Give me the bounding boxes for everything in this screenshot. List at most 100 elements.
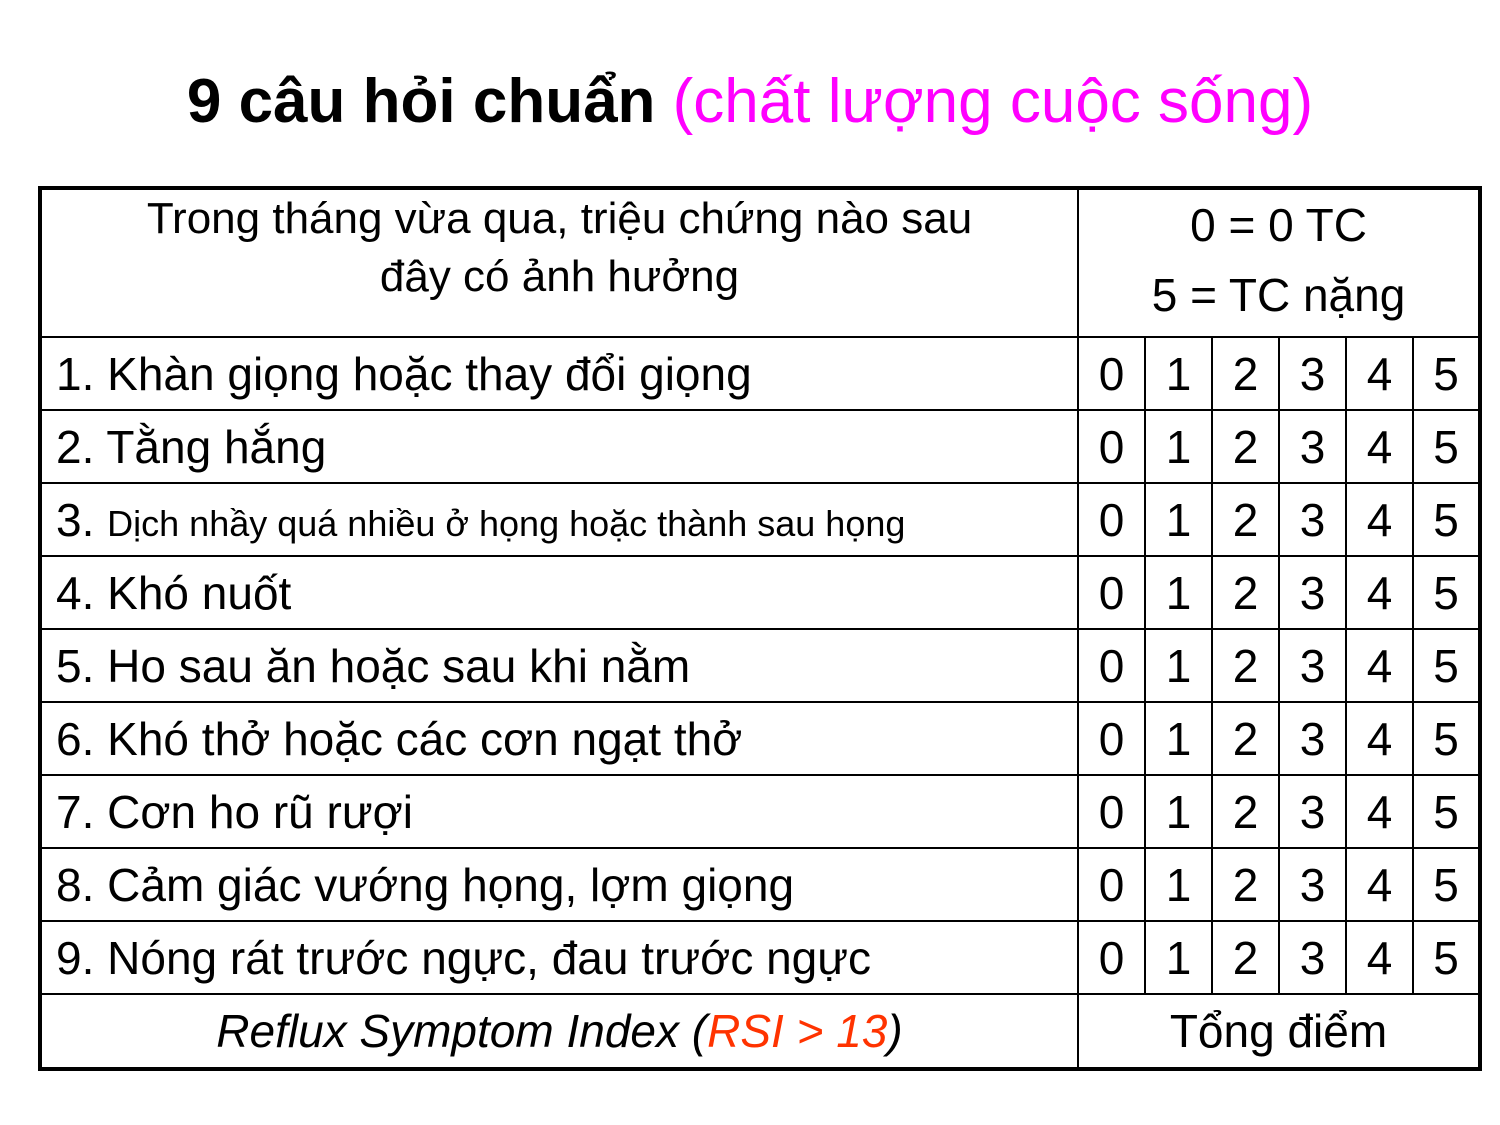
- question-text: Tằng hắng: [106, 420, 327, 473]
- score-option-5[interactable]: 5: [1411, 847, 1482, 922]
- score-option-0[interactable]: 0: [1077, 847, 1146, 922]
- score-option-3[interactable]: 3: [1278, 847, 1347, 922]
- rsi-threshold: RSI > 13: [707, 1005, 888, 1057]
- score-option-4[interactable]: 4: [1345, 336, 1414, 411]
- score-option-0[interactable]: 0: [1077, 482, 1146, 557]
- score-option-3[interactable]: 3: [1278, 336, 1347, 411]
- header-question-cell: Trong tháng vừa qua, triệu chứng nào sau…: [39, 187, 1079, 338]
- score-option-5[interactable]: 5: [1411, 555, 1482, 630]
- score-option-0[interactable]: 0: [1077, 701, 1146, 776]
- score-option-0[interactable]: 0: [1077, 920, 1146, 995]
- question-row: 9. Nóng rát trước ngực, đau trước ngực 0 1…: [39, 920, 1482, 995]
- rsi-index-cell: Reflux Symptom Index (RSI > 13): [39, 993, 1079, 1070]
- question-row: 1. Khàn giọng hoặc thay đổi giọng 0 1 2 3 4 5: [39, 336, 1482, 411]
- question-cell: 2. Tằng hắng: [39, 409, 1079, 484]
- question-number: 6.: [56, 712, 95, 765]
- question-cell: 4. Khó nuốt: [39, 555, 1079, 630]
- score-option-4[interactable]: 4: [1345, 482, 1414, 557]
- score-option-0[interactable]: 0: [1077, 336, 1146, 411]
- question-text: Nóng rát trước ngực, đau trước ngực: [107, 931, 872, 984]
- score-option-4[interactable]: 4: [1345, 920, 1414, 995]
- header-scale-cell: 0 = 0 TC 5 = TC nặng: [1076, 187, 1482, 338]
- question-cell: 5. Ho sau ăn hoặc sau khi nằm: [39, 628, 1079, 703]
- question-cell: 9. Nóng rát trước ngực, đau trước ngực: [39, 920, 1079, 995]
- score-option-2[interactable]: 2: [1211, 847, 1280, 922]
- score-option-2[interactable]: 2: [1211, 482, 1280, 557]
- score-option-3[interactable]: 3: [1278, 701, 1347, 776]
- question-text: Cảm giác vướng họng, lợm giọng: [107, 858, 795, 911]
- score-option-2[interactable]: 2: [1211, 920, 1280, 995]
- score-option-5[interactable]: 5: [1411, 482, 1482, 557]
- score-option-5[interactable]: 5: [1411, 920, 1482, 995]
- rsi-index-suffix: ): [887, 1005, 903, 1057]
- score-option-5[interactable]: 5: [1411, 774, 1482, 849]
- header-scale-line-1: 0 = 0 TC: [1190, 199, 1367, 251]
- question-text: Khàn giọng hoặc thay đổi giọng: [107, 347, 752, 400]
- page-title: 9 câu hỏi chuẩn (chất lượng cuộc sống): [0, 62, 1500, 142]
- question-number: 2.: [56, 420, 95, 473]
- score-option-1[interactable]: 1: [1144, 628, 1213, 703]
- score-option-4[interactable]: 4: [1345, 774, 1414, 849]
- score-option-3[interactable]: 3: [1278, 628, 1347, 703]
- score-option-2[interactable]: 2: [1211, 409, 1280, 484]
- header-question-line-2: đây có ảnh hưởng: [379, 252, 740, 301]
- question-number: 9.: [56, 931, 95, 984]
- score-option-0[interactable]: 0: [1077, 774, 1146, 849]
- score-option-2[interactable]: 2: [1211, 555, 1280, 630]
- question-number: 3.: [56, 493, 95, 546]
- score-option-4[interactable]: 4: [1345, 555, 1414, 630]
- question-text: Dịch nhầy quá nhiều ở họng hoặc thành sa…: [107, 502, 906, 544]
- question-number: 5.: [56, 639, 95, 692]
- score-option-1[interactable]: 1: [1144, 774, 1213, 849]
- score-option-2[interactable]: 2: [1211, 774, 1280, 849]
- score-option-4[interactable]: 4: [1345, 409, 1414, 484]
- question-cell: 3. Dịch nhầy quá nhiều ở họng hoặc thành…: [39, 482, 1079, 557]
- score-option-0[interactable]: 0: [1077, 628, 1146, 703]
- score-option-5[interactable]: 5: [1411, 336, 1482, 411]
- question-number: 8.: [56, 858, 95, 911]
- score-option-5[interactable]: 5: [1411, 409, 1482, 484]
- question-row: 8. Cảm giác vướng họng, lợm giọng 0 1 2 3 4 5: [39, 847, 1482, 922]
- question-text: Cơn ho rũ rượi: [107, 785, 414, 838]
- question-cell: 8. Cảm giác vướng họng, lợm giọng: [39, 847, 1079, 922]
- score-option-1[interactable]: 1: [1144, 847, 1213, 922]
- score-option-1[interactable]: 1: [1144, 336, 1213, 411]
- score-option-1[interactable]: 1: [1144, 482, 1213, 557]
- header-scale-line-2: 5 = TC nặng: [1151, 269, 1406, 321]
- question-row: 6. Khó thở hoặc các cơn ngạt thở 0 1 2 3 4 5: [39, 701, 1482, 776]
- score-option-5[interactable]: 5: [1411, 701, 1482, 776]
- question-number: 4.: [56, 566, 95, 619]
- score-option-1[interactable]: 1: [1144, 409, 1213, 484]
- score-option-3[interactable]: 3: [1278, 555, 1347, 630]
- score-option-3[interactable]: 3: [1278, 482, 1347, 557]
- score-option-2[interactable]: 2: [1211, 628, 1280, 703]
- title-subtitle: (chất lượng cuộc sống): [672, 67, 1314, 136]
- total-score-cell: Tổng điểm: [1076, 993, 1482, 1070]
- title-main: 9 câu hỏi chuẩn: [186, 67, 656, 136]
- score-option-3[interactable]: 3: [1278, 920, 1347, 995]
- header-row: Trong tháng vừa qua, triệu chứng nào sau…: [39, 187, 1482, 338]
- question-text: Khó nuốt: [107, 566, 292, 619]
- score-option-5[interactable]: 5: [1411, 628, 1482, 703]
- question-text: Khó thở hoặc các cơn ngạt thở: [107, 712, 743, 765]
- rsi-questionnaire-table: Trong tháng vừa qua, triệu chứng nào sau…: [38, 186, 1483, 1071]
- score-option-0[interactable]: 0: [1077, 555, 1146, 630]
- score-option-0[interactable]: 0: [1077, 409, 1146, 484]
- question-text: Ho sau ăn hoặc sau khi nằm: [107, 639, 691, 692]
- question-row: 5. Ho sau ăn hoặc sau khi nằm 0 1 2 3 4 5: [39, 628, 1482, 703]
- score-option-4[interactable]: 4: [1345, 847, 1414, 922]
- score-option-2[interactable]: 2: [1211, 336, 1280, 411]
- score-option-4[interactable]: 4: [1345, 701, 1414, 776]
- score-option-1[interactable]: 1: [1144, 920, 1213, 995]
- score-option-4[interactable]: 4: [1345, 628, 1414, 703]
- score-option-1[interactable]: 1: [1144, 701, 1213, 776]
- score-option-3[interactable]: 3: [1278, 409, 1347, 484]
- question-row: 3. Dịch nhầy quá nhiều ở họng hoặc thành…: [39, 482, 1482, 557]
- score-option-1[interactable]: 1: [1144, 555, 1213, 630]
- score-option-3[interactable]: 3: [1278, 774, 1347, 849]
- score-option-2[interactable]: 2: [1211, 701, 1280, 776]
- footer-row: Reflux Symptom Index (RSI > 13) Tổng điể…: [39, 993, 1482, 1070]
- question-cell: 7. Cơn ho rũ rượi: [39, 774, 1079, 849]
- rsi-index-prefix: Reflux Symptom Index (: [216, 1005, 708, 1057]
- question-cell: 1. Khàn giọng hoặc thay đổi giọng: [39, 336, 1079, 411]
